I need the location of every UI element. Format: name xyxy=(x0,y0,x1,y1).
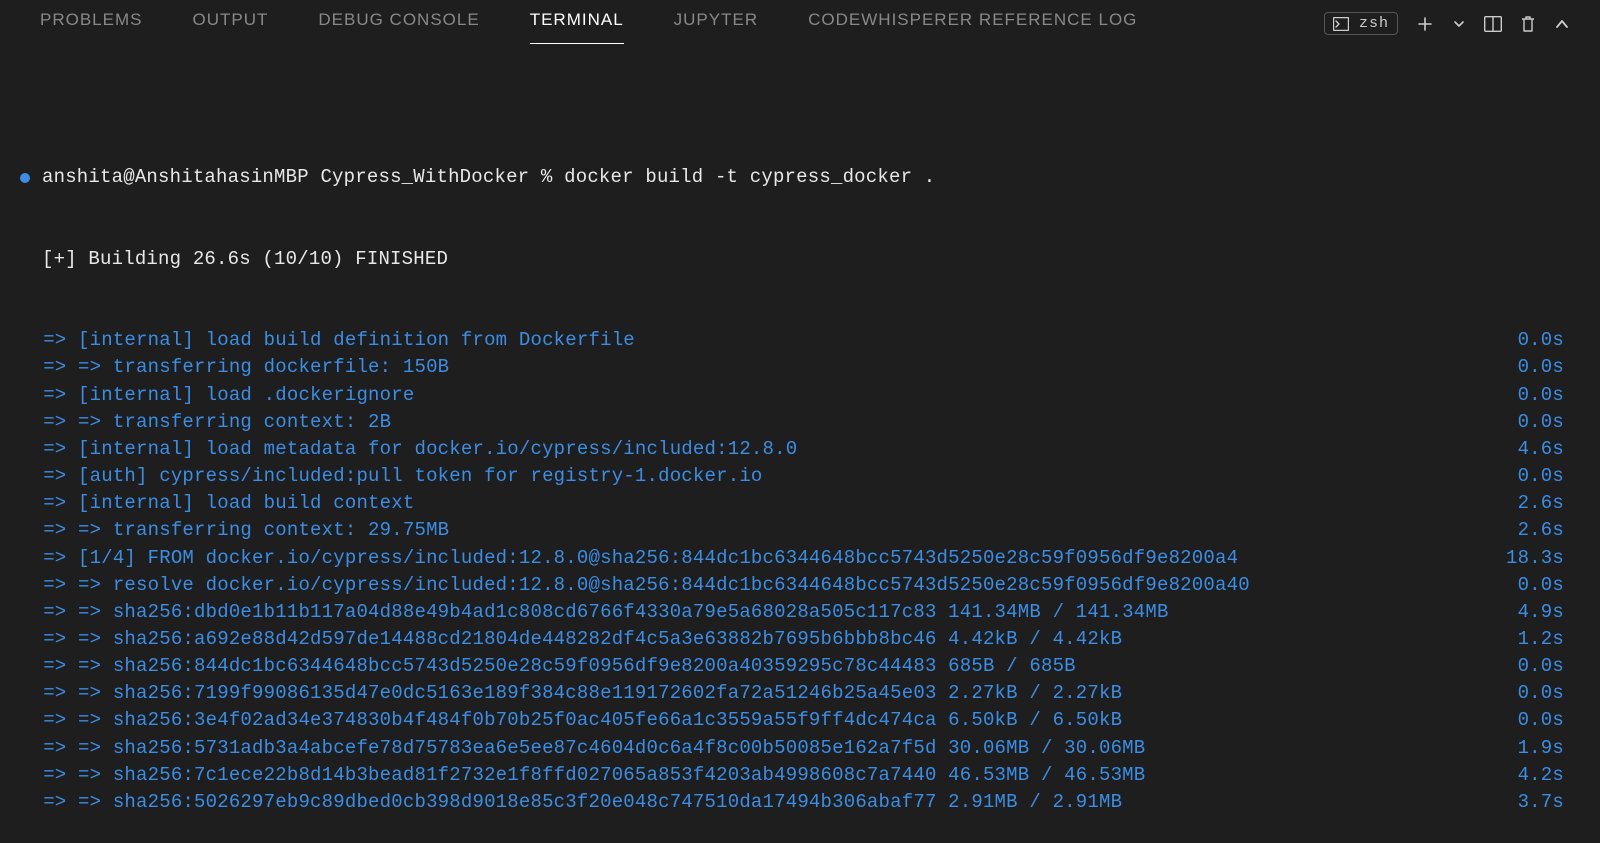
tab-debug-console[interactable]: DEBUG CONSOLE xyxy=(318,10,501,40)
build-step-text: => [internal] load .dockerignore xyxy=(20,382,414,409)
build-step-text: => [internal] load metadata for docker.i… xyxy=(20,436,797,463)
build-step-text: => => transferring context: 29.75MB xyxy=(20,517,449,544)
build-step-time: 0.0s xyxy=(1498,382,1564,409)
tab-output[interactable]: OUTPUT xyxy=(192,10,290,40)
build-step-time: 0.0s xyxy=(1498,463,1564,490)
build-step-line: => [auth] cypress/included:pull token fo… xyxy=(20,463,1564,490)
shell-name: zsh xyxy=(1359,15,1389,32)
build-step-line: => [internal] load .dockerignore 0.0s xyxy=(20,382,1564,409)
build-step-text: => => sha256:5731adb3a4abcefe78d75783ea6… xyxy=(20,735,1145,762)
terminal-icon xyxy=(1333,17,1349,31)
build-step-text: => => sha256:7199f99086135d47e0dc5163e18… xyxy=(20,680,1122,707)
prompt-command: docker build -t cypress_docker . xyxy=(564,164,935,191)
build-step-time: 3.7s xyxy=(1498,789,1564,816)
build-step-text: => [1/4] FROM docker.io/cypress/included… xyxy=(20,545,1238,572)
build-step-line: => [internal] load metadata for docker.i… xyxy=(20,436,1564,463)
build-step-line: => => sha256:a692e88d42d597de14488cd2180… xyxy=(20,626,1564,653)
prompt-sep: % xyxy=(541,164,553,191)
panel-tabs: PROBLEMS OUTPUT DEBUG CONSOLE TERMINAL J… xyxy=(0,0,1600,50)
build-step-time: 0.0s xyxy=(1498,680,1564,707)
build-step-line: => => resolve docker.io/cypress/included… xyxy=(20,572,1564,599)
build-header: [+] Building 26.6s (10/10) FINISHED xyxy=(20,246,1564,273)
build-step-text: => => transferring dockerfile: 150B xyxy=(20,354,449,381)
build-step-time: 0.0s xyxy=(1498,409,1564,436)
build-step-time: 0.0s xyxy=(1498,572,1564,599)
build-step-line: => => transferring dockerfile: 150B 0.0s xyxy=(20,354,1564,381)
build-step-line: => => sha256:3e4f02ad34e374830b4f484f0b7… xyxy=(20,707,1564,734)
tab-terminal[interactable]: TERMINAL xyxy=(530,10,646,40)
build-step-text: => => sha256:dbd0e1b11b117a04d88e49b4ad1… xyxy=(20,599,1169,626)
build-step-text: => => sha256:3e4f02ad34e374830b4f484f0b7… xyxy=(20,707,1122,734)
build-step-line: => => sha256:7199f99086135d47e0dc5163e18… xyxy=(20,680,1564,707)
build-step-text: => => sha256:7c1ece22b8d14b3bead81f2732e… xyxy=(20,762,1145,789)
build-step-time: 4.9s xyxy=(1498,599,1564,626)
build-step-text: => => sha256:a692e88d42d597de14488cd2180… xyxy=(20,626,1122,653)
build-step-time: 4.2s xyxy=(1498,762,1564,789)
build-step-line: => => sha256:5731adb3a4abcefe78d75783ea6… xyxy=(20,735,1564,762)
build-step-line: => [internal] load build definition from… xyxy=(20,327,1564,354)
trash-icon[interactable] xyxy=(1520,15,1536,33)
prompt-dir: Cypress_WithDocker xyxy=(320,164,529,191)
build-step-line: => => sha256:5026297eb9c89dbed0cb398d901… xyxy=(20,789,1564,816)
build-step-text: => [auth] cypress/included:pull token fo… xyxy=(20,463,763,490)
build-step-line: => => transferring context: 2B 0.0s xyxy=(20,409,1564,436)
tab-codewhisperer[interactable]: CODEWHISPERER REFERENCE LOG xyxy=(808,10,1159,40)
prompt-user-host: anshita@AnshitahasinMBP xyxy=(42,164,309,191)
build-step-line: => => sha256:dbd0e1b11b117a04d88e49b4ad1… xyxy=(20,599,1564,626)
build-step-time: 0.0s xyxy=(1498,707,1564,734)
tab-jupyter[interactable]: JUPYTER xyxy=(674,10,780,40)
build-step-text: => => sha256:844dc1bc6344648bcc5743d5250… xyxy=(20,653,1076,680)
build-step-text: => => transferring context: 2B xyxy=(20,409,391,436)
build-step-time: 1.2s xyxy=(1498,626,1564,653)
tab-problems[interactable]: PROBLEMS xyxy=(40,10,164,40)
build-step-text: => [internal] load build context xyxy=(20,490,414,517)
plus-icon[interactable] xyxy=(1416,15,1434,33)
build-step-text: => [internal] load build definition from… xyxy=(20,327,635,354)
split-icon[interactable] xyxy=(1484,16,1502,32)
build-step-time: 18.3s xyxy=(1486,545,1564,572)
status-dot-icon xyxy=(20,173,30,183)
build-step-time: 2.6s xyxy=(1498,490,1564,517)
build-step-line: => => transferring context: 29.75MB 2.6s xyxy=(20,517,1564,544)
prompt-line: anshita@AnshitahasinMBP Cypress_WithDock… xyxy=(20,164,1564,191)
shell-selector[interactable]: zsh xyxy=(1324,12,1398,35)
build-step-time: 1.9s xyxy=(1498,735,1564,762)
build-step-line: => [1/4] FROM docker.io/cypress/included… xyxy=(20,545,1564,572)
build-step-line: => => sha256:844dc1bc6344648bcc5743d5250… xyxy=(20,653,1564,680)
build-step-line: => => sha256:7c1ece22b8d14b3bead81f2732e… xyxy=(20,762,1564,789)
build-step-time: 0.0s xyxy=(1498,327,1564,354)
build-step-time: 4.6s xyxy=(1498,436,1564,463)
build-step-text: => => resolve docker.io/cypress/included… xyxy=(20,572,1250,599)
build-step-time: 2.6s xyxy=(1498,517,1564,544)
terminal-output[interactable]: anshita@AnshitahasinMBP Cypress_WithDock… xyxy=(0,50,1600,843)
build-step-time: 0.0s xyxy=(1498,653,1564,680)
build-step-time: 0.0s xyxy=(1498,354,1564,381)
terminal-actions: zsh xyxy=(1324,12,1570,35)
build-step-text: => => sha256:5026297eb9c89dbed0cb398d901… xyxy=(20,789,1122,816)
chevron-down-icon[interactable] xyxy=(1452,17,1466,31)
chevron-up-icon[interactable] xyxy=(1554,17,1570,31)
build-step-line: => [internal] load build context 2.6s xyxy=(20,490,1564,517)
